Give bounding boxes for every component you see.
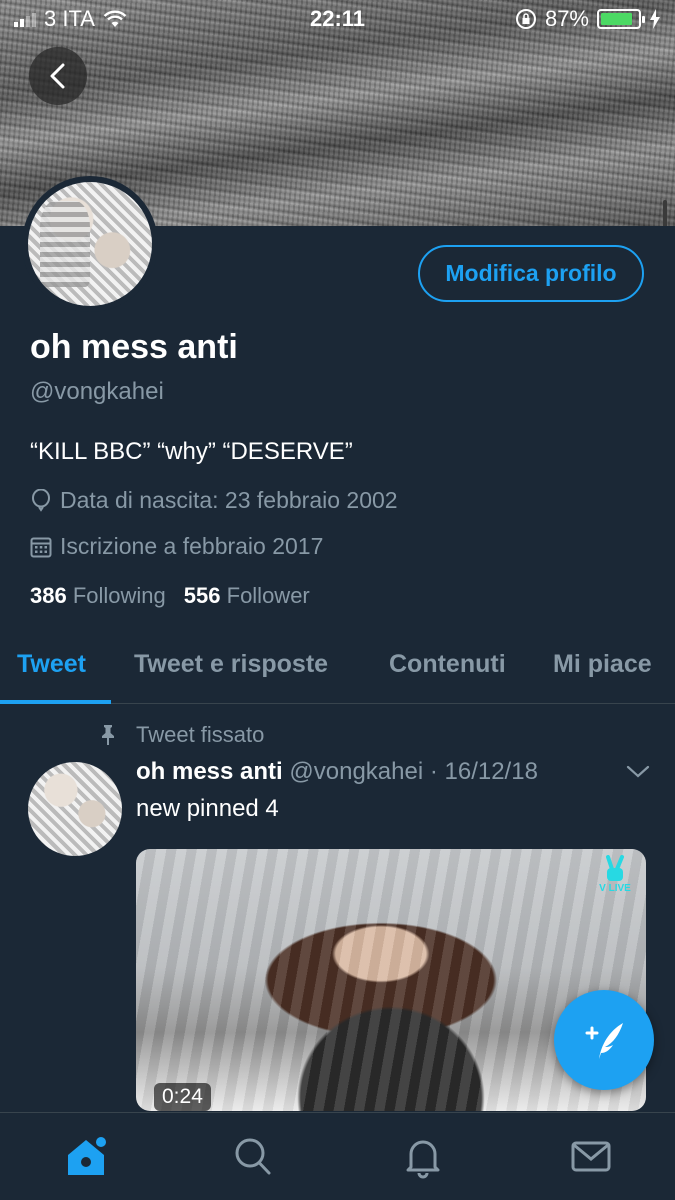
following-label: Following: [72, 583, 166, 608]
chevron-left-icon: [50, 63, 65, 89]
pinned-label-row: Tweet fissato: [98, 722, 264, 748]
active-tab-indicator: [0, 700, 111, 704]
rotation-lock-icon: [515, 9, 536, 29]
status-right: 87%: [515, 6, 661, 32]
profile-bio: “KILL BBC” “why” “DESERVE”: [30, 438, 353, 465]
tweet-text: new pinned 4: [136, 795, 279, 822]
birthday-row: Data di nascita: 23 febbraio 2002: [30, 487, 398, 514]
video-duration: 0:24: [154, 1083, 211, 1111]
edit-profile-button[interactable]: Modifica profilo: [418, 245, 644, 302]
profile-avatar[interactable]: [22, 176, 158, 312]
tweet-author-name[interactable]: oh mess anti: [136, 758, 283, 785]
balloon-icon: [32, 488, 50, 512]
compose-tweet-button[interactable]: [554, 990, 654, 1090]
wifi-icon: [103, 10, 127, 27]
avatar-image: [28, 182, 152, 306]
pinned-text: Tweet fissato: [136, 722, 265, 747]
mail-icon[interactable]: [571, 1135, 611, 1179]
follower-label: Follower: [226, 583, 310, 608]
following-link[interactable]: 386 Following: [30, 583, 166, 609]
search-icon[interactable]: [233, 1135, 273, 1179]
profile-tabs: Tweet Tweet e risposte Contenuti Mi piac…: [0, 632, 675, 704]
bottom-navigation: [0, 1112, 675, 1200]
carrier-label: 3 ITA: [44, 6, 95, 31]
bell-icon[interactable]: [403, 1135, 443, 1179]
status-left: 3 ITA: [14, 6, 127, 32]
battery-percent: 87%: [544, 6, 589, 31]
vlive-badge: V LIVE: [598, 855, 632, 897]
signal-icon: [14, 11, 36, 27]
scroll-indicator: [663, 200, 667, 226]
compose-tweet-icon: [585, 1023, 623, 1059]
vlive-hand-icon: [606, 855, 624, 881]
home-icon[interactable]: [64, 1135, 108, 1179]
calendar-icon: [30, 537, 52, 557]
tweet-header: oh mess anti @vongkahei · 16/12/18: [136, 758, 538, 786]
birthday-text: Data di nascita: 23 febbraio 2002: [60, 487, 398, 513]
battery-icon: [597, 9, 645, 29]
followers-link[interactable]: 556 Follower: [184, 583, 310, 609]
follow-counts: 386 Following 556 Follower: [30, 583, 310, 609]
follower-count: 556: [183, 583, 221, 608]
following-count: 386: [30, 583, 67, 608]
back-button[interactable]: [29, 47, 87, 105]
joined-text: Iscrizione a febbraio 2017: [60, 533, 324, 559]
tweet-meta: @vongkahei · 16/12/18: [289, 758, 538, 785]
battery-fill: [601, 13, 633, 25]
tab-tweet[interactable]: Tweet: [17, 650, 86, 679]
tweet-avatar[interactable]: [28, 762, 122, 856]
vlive-label: V LIVE: [599, 883, 631, 894]
charging-icon: [650, 9, 660, 29]
tab-contenuti[interactable]: Contenuti: [389, 650, 506, 679]
pin-icon: [102, 725, 114, 745]
display-name: oh mess anti: [30, 328, 238, 366]
user-handle: @vongkahei: [30, 378, 164, 405]
joined-row: Iscrizione a febbraio 2017: [30, 533, 323, 560]
tab-tweet-e-risposte[interactable]: Tweet e risposte: [134, 650, 328, 679]
tab-mi-piace[interactable]: Mi piace: [553, 650, 652, 679]
chevron-down-icon[interactable]: [626, 764, 650, 780]
status-bar: 3 ITA 22:11 87%: [0, 0, 675, 38]
